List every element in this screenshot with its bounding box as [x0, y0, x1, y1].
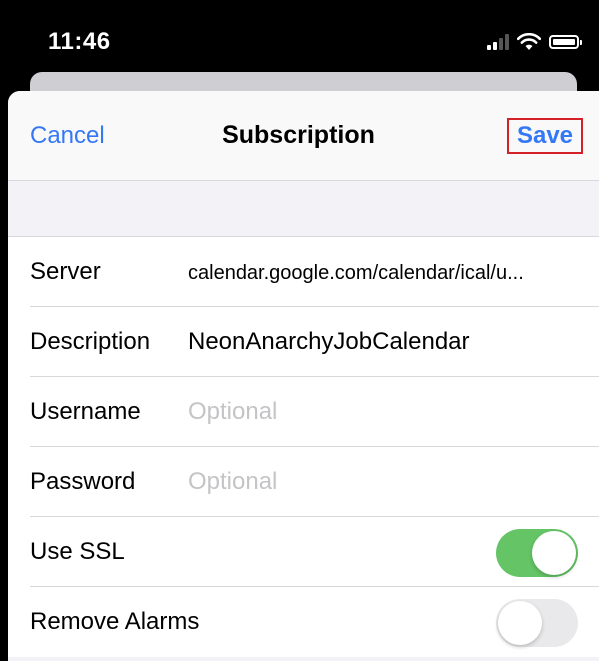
remove-alarms-toggle[interactable] — [496, 599, 578, 647]
server-label: Server — [30, 258, 101, 285]
subscription-sheet: Cancel Subscription Save Server calendar… — [8, 91, 599, 661]
server-row[interactable]: Server calendar.google.com/calendar/ical… — [8, 237, 599, 307]
section-spacer — [8, 181, 599, 236]
remove-alarms-label: Remove Alarms — [30, 608, 200, 635]
description-field[interactable]: NeonAnarchyJobCalendar — [188, 328, 470, 356]
password-label: Password — [30, 468, 136, 495]
username-field[interactable] — [188, 398, 498, 426]
username-row[interactable]: Username — [8, 377, 599, 447]
save-button[interactable]: Save — [507, 118, 583, 154]
password-field[interactable] — [188, 468, 498, 496]
remove-alarms-row: Remove Alarms — [8, 587, 599, 657]
use-ssl-label: Use SSL — [30, 538, 125, 565]
description-label: Description — [30, 328, 151, 355]
username-label: Username — [30, 398, 141, 425]
use-ssl-row: Use SSL — [8, 517, 599, 587]
use-ssl-toggle[interactable] — [496, 529, 578, 577]
toggle-knob — [498, 601, 542, 645]
status-icons — [487, 30, 582, 54]
password-row[interactable]: Password — [8, 447, 599, 517]
nav-bar: Cancel Subscription Save — [8, 91, 599, 181]
description-row[interactable]: Description NeonAnarchyJobCalendar — [8, 307, 599, 377]
status-bar: 11:46 — [0, 0, 599, 80]
battery-icon — [549, 35, 582, 49]
cellular-signal-icon — [487, 34, 509, 50]
wifi-icon — [517, 33, 541, 50]
toggle-knob — [532, 531, 576, 575]
settings-list: Server calendar.google.com/calendar/ical… — [8, 236, 599, 657]
status-time: 11:46 — [48, 28, 111, 55]
server-field[interactable]: calendar.google.com/calendar/ical/u... — [188, 262, 524, 285]
